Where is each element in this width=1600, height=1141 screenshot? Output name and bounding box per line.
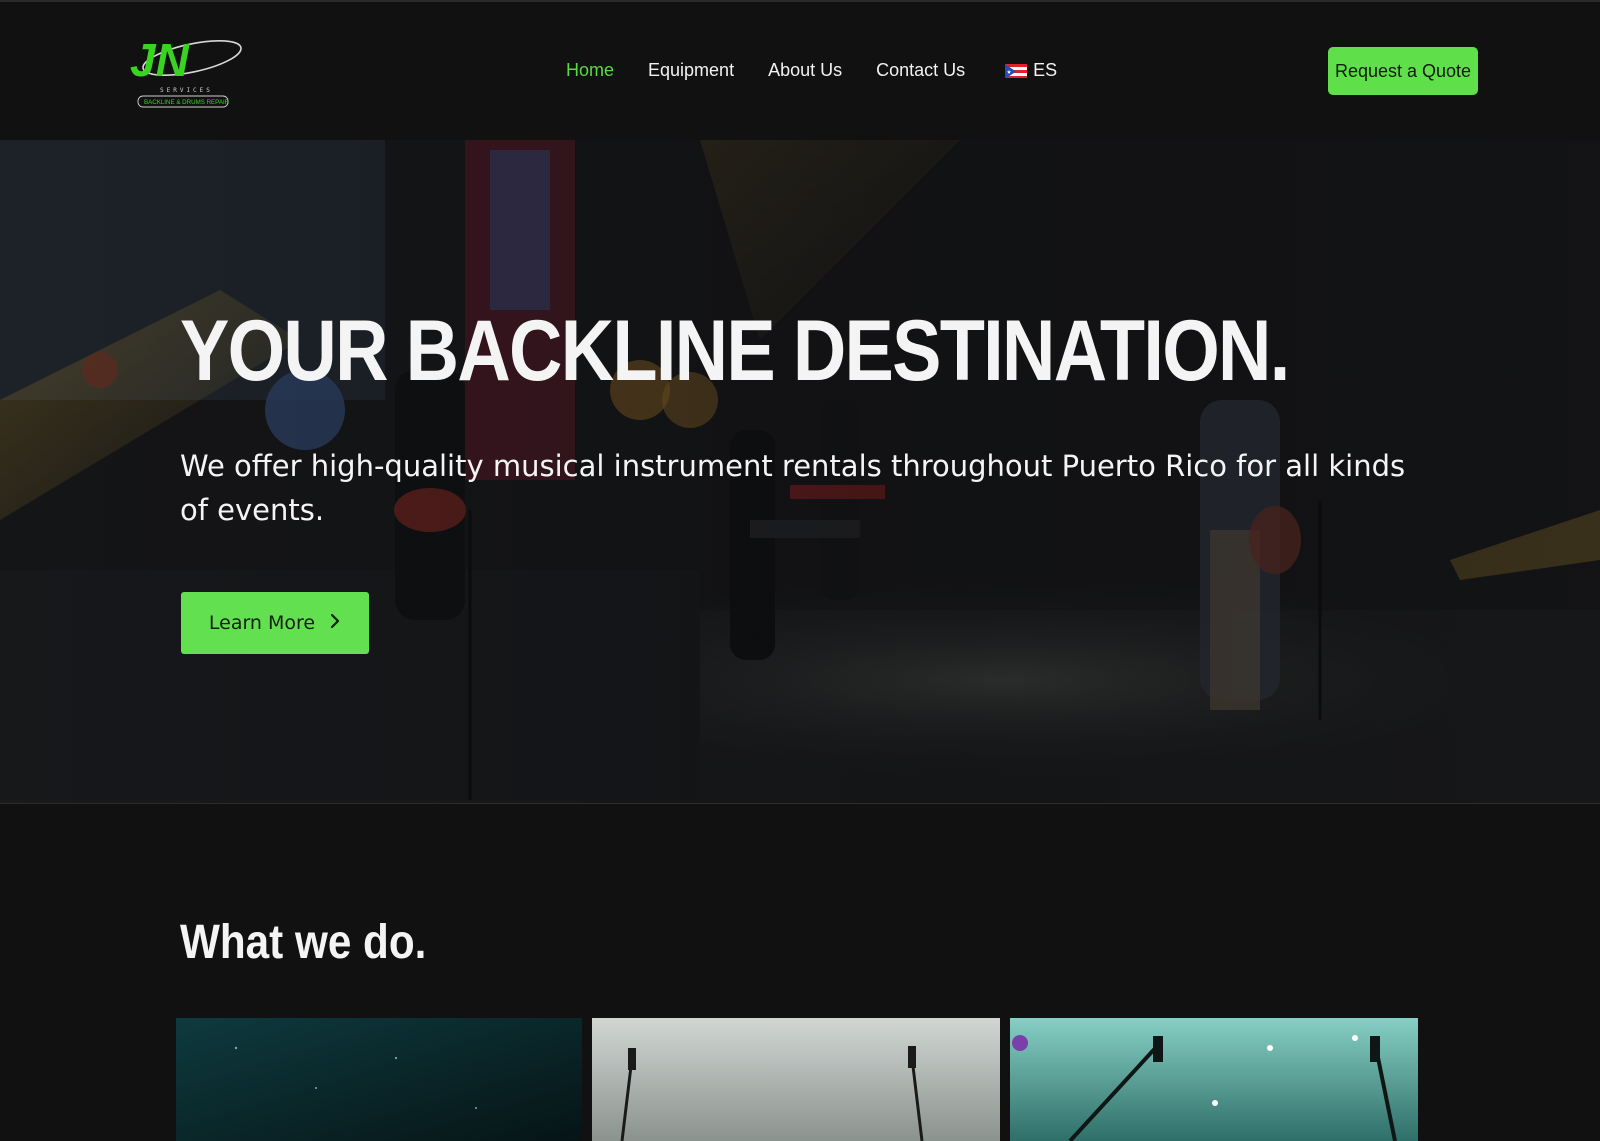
chevron-right-icon <box>329 612 341 634</box>
learn-more-label: Learn More <box>208 612 316 634</box>
site-logo[interactable]: JN SERVICES BACKLINE & DRUMS REPAIR <box>124 30 248 112</box>
site-header: JN SERVICES BACKLINE & DRUMS REPAIR Home… <box>0 2 1600 140</box>
section-divider <box>0 803 1600 804</box>
service-card-1-image[interactable] <box>176 1018 582 1141</box>
learn-more-button[interactable]: Learn More <box>181 592 369 654</box>
svg-text:SERVICES: SERVICES <box>160 87 213 94</box>
main-nav: Home Equipment About Us Contact Us ES <box>566 60 1091 81</box>
request-quote-button[interactable]: Request a Quote <box>1328 47 1478 95</box>
nav-home[interactable]: Home <box>566 60 614 81</box>
services-cards <box>176 1018 1418 1141</box>
service-card-3-image[interactable] <box>1010 1018 1418 1141</box>
what-we-do-title: What we do. <box>180 916 427 969</box>
service-card-2-image[interactable] <box>592 1018 1000 1141</box>
nav-equipment[interactable]: Equipment <box>648 60 734 81</box>
language-switcher[interactable]: ES <box>1005 60 1057 81</box>
hero-title: YOUR BACKLINE DESTINATION. <box>180 303 1290 399</box>
hero-subtitle: We offer high-quality musical instrument… <box>180 449 1406 527</box>
hero-section: YOUR BACKLINE DESTINATION. We offer high… <box>0 140 1600 803</box>
svg-text:BACKLINE & DRUMS REPAIR: BACKLINE & DRUMS REPAIR <box>144 99 230 106</box>
svg-text:JN: JN <box>130 34 190 86</box>
nav-about-us[interactable]: About Us <box>768 60 842 81</box>
nav-contact-us[interactable]: Contact Us <box>876 60 965 81</box>
puerto-rico-flag-icon <box>1005 63 1028 78</box>
language-label: ES <box>1033 60 1058 80</box>
